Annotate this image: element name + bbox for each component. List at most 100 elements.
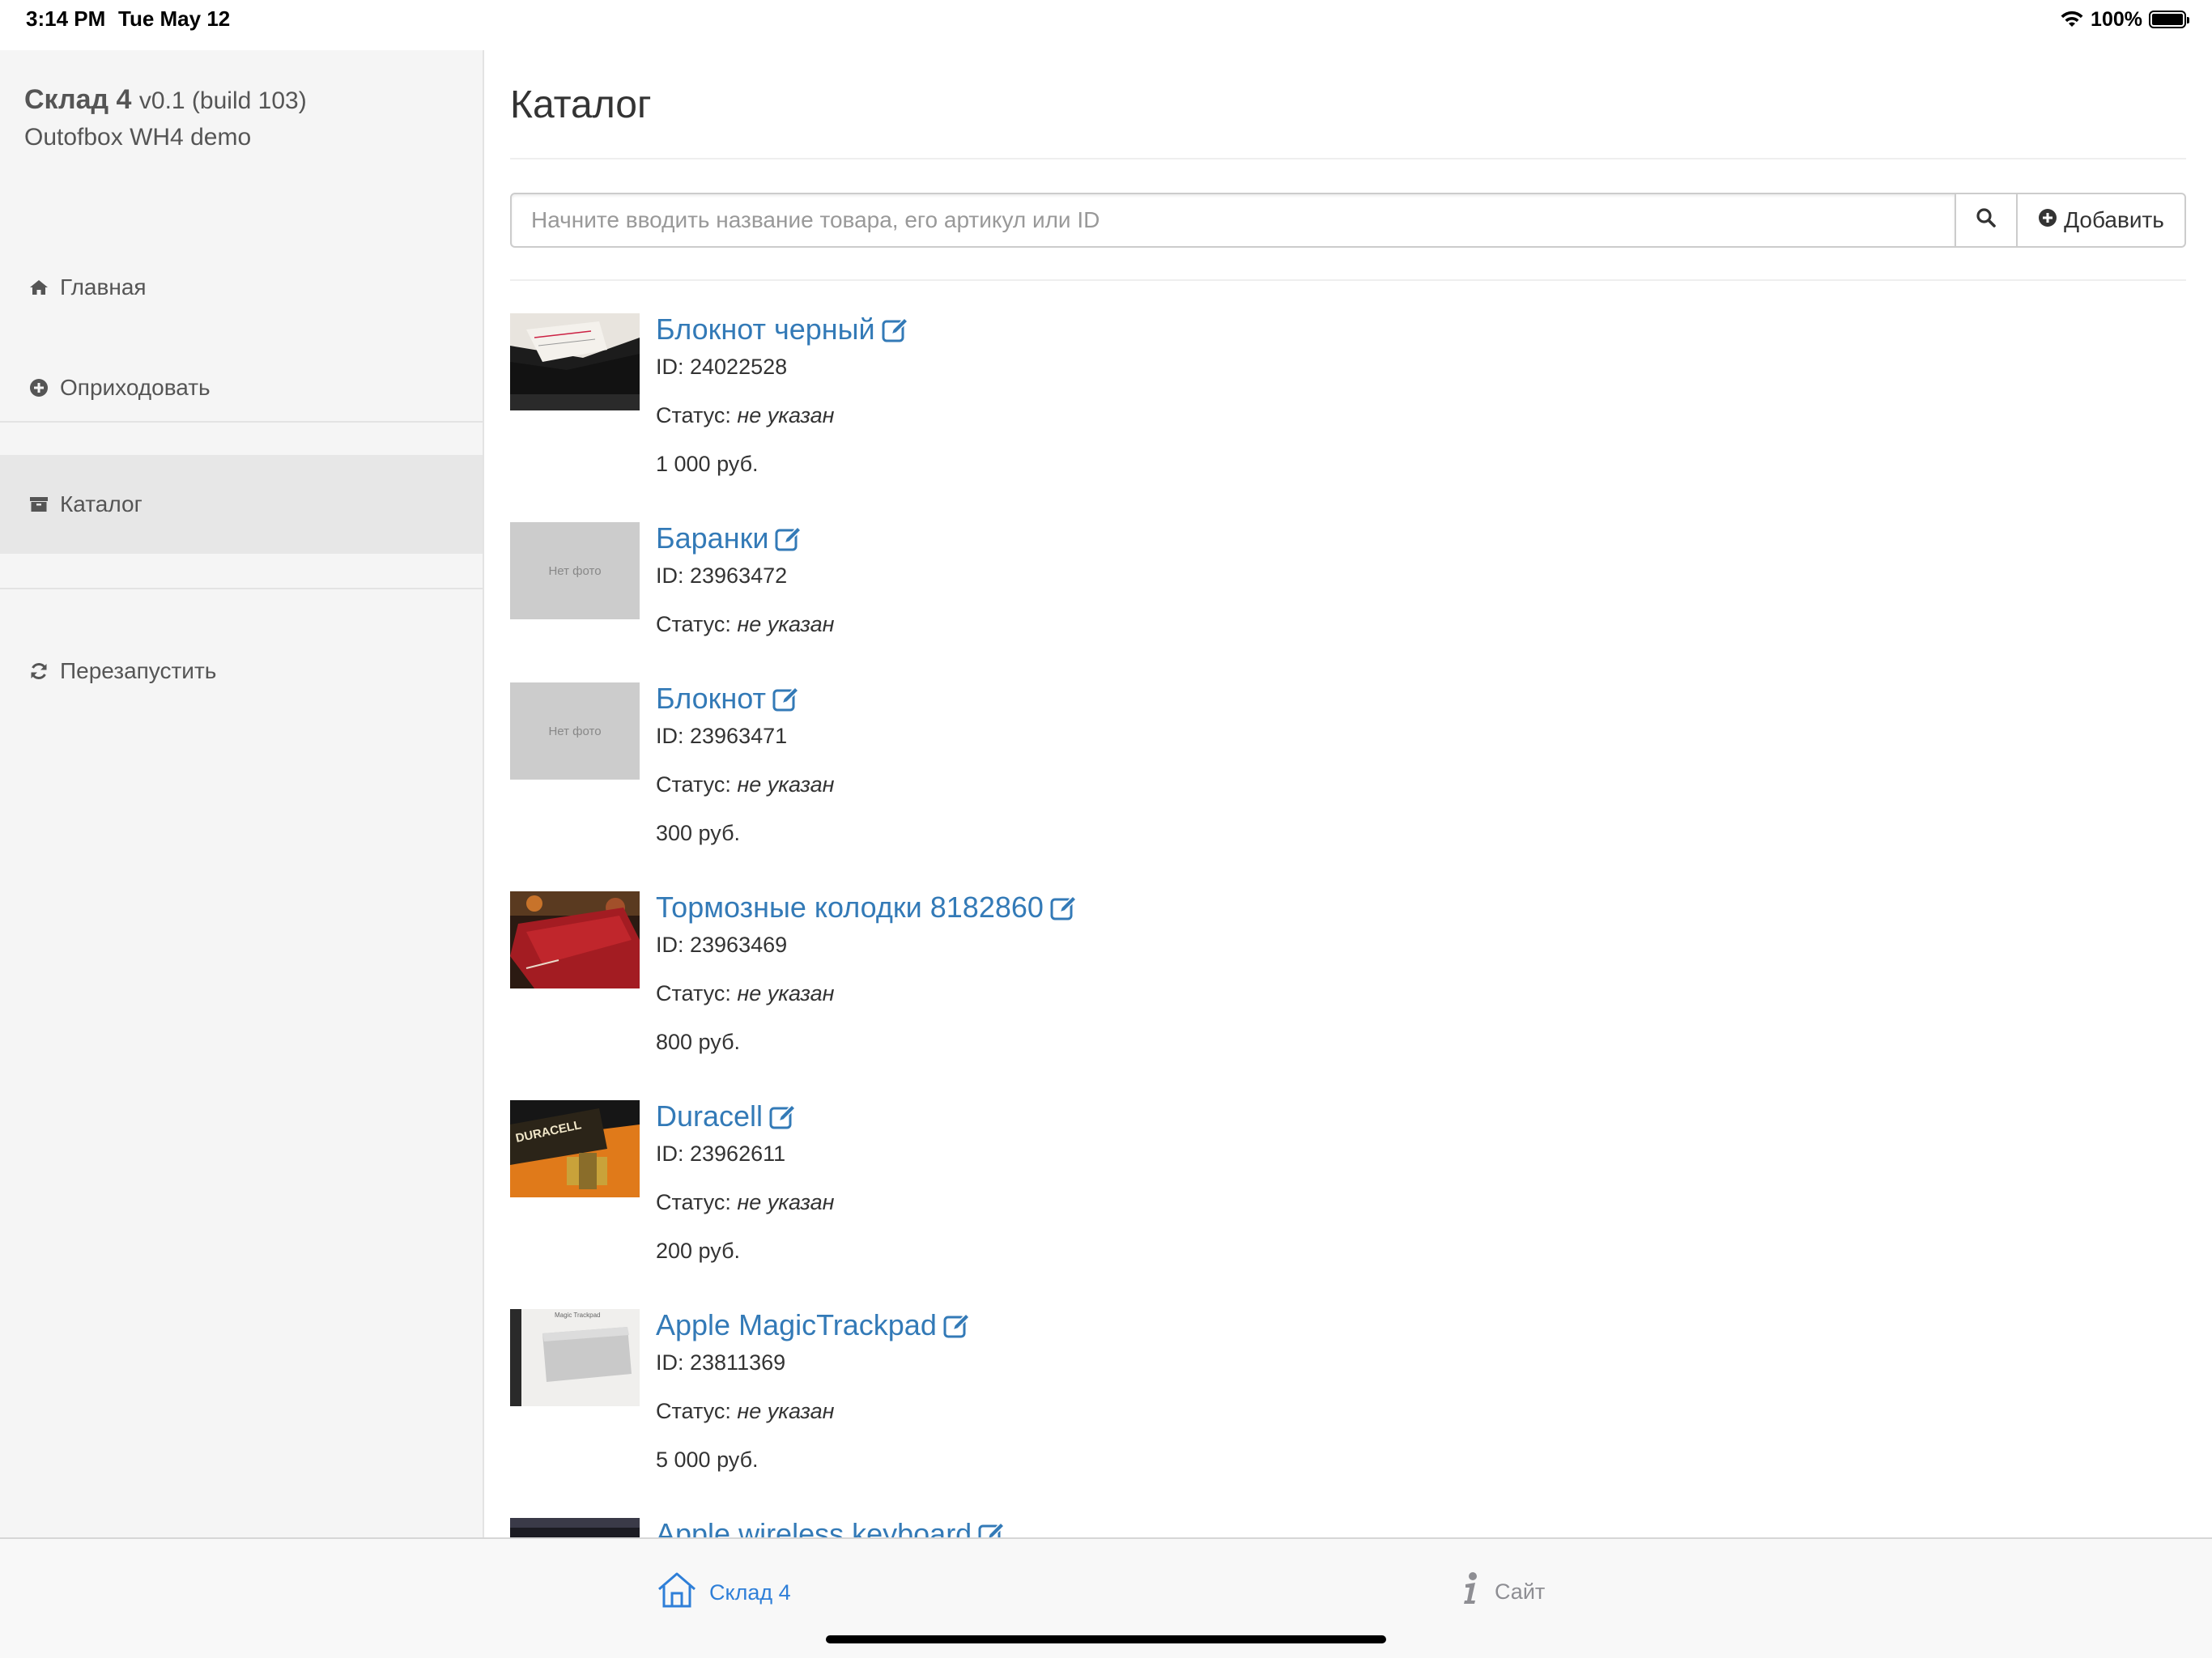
tab-site[interactable]: Сайт [1459, 1571, 1545, 1613]
search-icon [1976, 207, 1997, 234]
tab-label: Сайт [1495, 1579, 1546, 1604]
status-date: Tue May 12 [118, 6, 231, 31]
edit-icon[interactable] [772, 686, 800, 712]
status-value: не указан [737, 403, 835, 427]
status-label: Статус: [656, 1399, 731, 1423]
home-outline-icon [656, 1571, 698, 1614]
refresh-icon [28, 660, 50, 682]
sidebar-item-label: Перезапустить [60, 658, 217, 683]
sidebar-item-label: Каталог [60, 491, 143, 517]
edit-icon[interactable] [1050, 895, 1078, 920]
product-info: Apple MagicTrackpad ID: 23811369 Статус:… [656, 1309, 971, 1476]
edit-icon[interactable] [775, 525, 802, 551]
status-value: не указан [737, 1399, 835, 1423]
product-thumbnail[interactable] [510, 891, 640, 988]
main-content: Каталог Добавить [484, 50, 2212, 1537]
product-price: 200 руб. [656, 1239, 741, 1263]
search-input[interactable] [510, 193, 1956, 248]
product-title-link[interactable]: Apple MagicTrackpad [656, 1309, 971, 1341]
status-value: не указан [737, 612, 835, 636]
product-name: Блокнот [656, 682, 767, 715]
sidebar-item-restart[interactable]: Перезапустить [0, 622, 483, 721]
product-name: Баранки [656, 521, 769, 555]
product-title-link[interactable]: Тормозные колодки 8182860 [656, 891, 1078, 924]
product-info: Duracell ID: 23962611 Статус: не указан … [656, 1100, 835, 1267]
archive-icon [28, 493, 50, 516]
tab-warehouse[interactable]: Склад 4 [656, 1571, 791, 1614]
product-thumbnail-placeholder[interactable]: Нет фото [510, 522, 640, 619]
product-price: 300 руб. [656, 821, 741, 845]
brand-title: Склад 4 v0.1 (build 103) [24, 84, 307, 116]
sidebar-item-label: Главная [60, 274, 147, 300]
battery-icon [2149, 11, 2189, 28]
sidebar-divider [0, 421, 483, 423]
product-info: Тормозные колодки 8182860 ID: 23963469 С… [656, 891, 1078, 1058]
product-id: ID: 23962611 [656, 1141, 786, 1166]
app-version: v0.1 (build 103) [138, 87, 307, 114]
battery-fill [2152, 14, 2183, 25]
product-status: Статус: не указан [656, 977, 1078, 1010]
sidebar-item-home[interactable]: Главная [0, 238, 483, 337]
product-thumbnail[interactable]: DURACELL [510, 1100, 640, 1197]
product-id: ID: 23963471 [656, 724, 788, 748]
product-thumbnail[interactable] [510, 313, 640, 410]
no-photo-text: Нет фото [548, 563, 602, 578]
product-title-link[interactable]: Блокнот черный [656, 313, 909, 346]
sidebar-item-catalog[interactable]: Каталог [0, 455, 483, 554]
product-info: Блокнот черный ID: 24022528 Статус: не у… [656, 313, 909, 480]
plus-circle-icon [2038, 207, 2057, 233]
product-name: Apple MagicTrackpad [656, 1308, 937, 1341]
status-right: 100% [2060, 6, 2189, 32]
brand: Склад 4 v0.1 (build 103) Outofbox WH4 de… [24, 84, 307, 151]
sidebar-divider [0, 588, 483, 589]
status-label: Статус: [656, 981, 731, 1005]
product-id: ID: 23963469 [656, 933, 788, 957]
status-value: не указан [737, 981, 835, 1005]
trackpad-box-text: Magic Trackpad [555, 1312, 600, 1319]
product-price: 5 000 руб. [656, 1448, 759, 1472]
product-id: ID: 24022528 [656, 355, 788, 379]
search-group: Добавить [510, 193, 2186, 248]
search-button[interactable] [1956, 193, 2018, 248]
list-divider [510, 279, 2186, 281]
status-label: Статус: [656, 403, 731, 427]
product-thumbnail[interactable]: Magic Trackpad [510, 1309, 640, 1406]
product-title-link[interactable]: Баранки [656, 522, 835, 555]
sidebar: Склад 4 v0.1 (build 103) Outofbox WH4 de… [0, 50, 484, 1537]
product-name: Duracell [656, 1099, 764, 1133]
product-title-link[interactable]: Блокнот [656, 682, 835, 715]
product-status: Статус: не указан [656, 399, 909, 432]
product-status: Статус: не указан [656, 1395, 971, 1427]
battery-percent: 100% [2091, 7, 2142, 31]
no-photo-text: Нет фото [548, 724, 602, 738]
tab-label: Склад 4 [709, 1580, 791, 1605]
product-title-link[interactable]: Duracell [656, 1100, 835, 1133]
status-label: Статус: [656, 612, 731, 636]
product-status: Статус: не указан [656, 768, 835, 801]
product-title-link[interactable]: Apple wireless keyboard [656, 1518, 1006, 1537]
plus-circle-icon [28, 376, 50, 399]
edit-icon[interactable] [943, 1312, 971, 1338]
edit-icon[interactable] [769, 1103, 797, 1129]
product-status: Статус: не указан [656, 608, 835, 640]
app-name: Склад 4 [24, 84, 132, 115]
product-thumbnail[interactable] [510, 1518, 640, 1537]
status-time: 3:14 PM [26, 6, 106, 31]
home-indicator[interactable] [826, 1635, 1386, 1643]
product-thumbnail-placeholder[interactable]: Нет фото [510, 682, 640, 780]
product-status: Статус: не указан [656, 1186, 835, 1218]
title-divider [510, 158, 2186, 159]
product-price: 1 000 руб. [656, 452, 759, 476]
wifi-icon [2060, 11, 2084, 28]
product-id: ID: 23811369 [656, 1350, 786, 1375]
tab-bar: Склад 4 Сайт [0, 1537, 2212, 1658]
status-label: Статус: [656, 1190, 731, 1214]
product-name: Тормозные колодки 8182860 [656, 891, 1044, 924]
product-name: Блокнот черный [656, 312, 875, 346]
product-price: 800 руб. [656, 1030, 741, 1054]
product-info: Блокнот ID: 23963471 Статус: не указан 3… [656, 682, 835, 849]
add-product-button[interactable]: Добавить [2018, 193, 2186, 248]
edit-icon[interactable] [978, 1521, 1006, 1537]
edit-icon[interactable] [882, 317, 909, 342]
status-value: не указан [737, 772, 835, 797]
